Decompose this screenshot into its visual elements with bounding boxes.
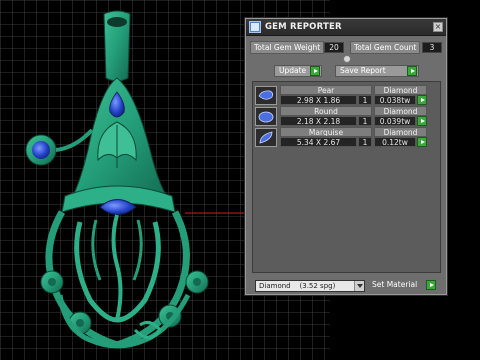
total-gem-weight-value: 20	[324, 42, 344, 53]
update-go-icon	[310, 66, 320, 76]
gem-shape: Marquise	[280, 127, 372, 137]
gem-row-go-icon[interactable]	[417, 116, 427, 126]
spinner-knob[interactable]	[343, 55, 351, 63]
save-report-button-label: Save Report	[340, 66, 386, 75]
gem-quantity: 1	[358, 137, 372, 147]
close-button[interactable]: ×	[433, 22, 443, 32]
gem-row[interactable]: Pear Diamond 2.98 X 1.86 1 0.038tw	[255, 85, 427, 106]
pear-gem-icon	[255, 86, 277, 105]
gem-size: 2.18 X 2.18	[280, 116, 357, 126]
gem-material: Diamond	[374, 106, 427, 116]
gem-row[interactable]: Round Diamond 2.18 X 2.18 1 0.039tw	[255, 106, 427, 127]
gem-row-go-icon[interactable]	[417, 137, 427, 147]
save-report-go-icon	[407, 66, 417, 76]
gem-shape: Round	[280, 106, 372, 116]
update-button-label: Update	[279, 66, 307, 75]
set-material-go-icon	[426, 280, 436, 290]
gem-row-go-icon[interactable]	[417, 95, 427, 105]
gem-weight: 0.038tw	[374, 95, 416, 105]
total-gem-count-label: Total Gem Count	[350, 41, 421, 54]
material-dropdown-value: Diamond (3.52 spg)	[259, 282, 336, 290]
set-material-button-label: Set Material	[372, 280, 418, 289]
marquise-gem-icon	[255, 128, 277, 147]
gem-reporter-app-icon	[249, 21, 261, 33]
gem-weight: 0.12tw	[374, 137, 416, 147]
close-icon: ×	[434, 22, 442, 31]
gem-list[interactable]: Pear Diamond 2.98 X 1.86 1 0.038tw Round…	[252, 81, 441, 273]
gem-material: Diamond	[374, 127, 427, 137]
set-material-button[interactable]: Set Material	[368, 280, 436, 292]
chevron-down-icon[interactable]	[354, 281, 364, 291]
round-gem-icon	[255, 107, 277, 126]
gem-quantity: 1	[358, 116, 372, 126]
gem-weight: 0.039tw	[374, 116, 416, 126]
total-gem-weight-label: Total Gem Weight	[250, 41, 325, 54]
material-dropdown[interactable]: Diamond (3.52 spg)	[255, 280, 365, 292]
gem-shape: Pear	[280, 85, 372, 95]
gem-size: 2.98 X 1.86	[280, 95, 357, 105]
panel-titlebar[interactable]: GEM REPORTER ×	[246, 19, 446, 36]
round-gem	[32, 141, 50, 159]
total-gem-count-value: 3	[422, 42, 442, 53]
gem-size: 5.34 X 2.67	[280, 137, 357, 147]
gem-quantity: 1	[358, 95, 372, 105]
gem-row[interactable]: Marquise Diamond 5.34 X 2.67 1 0.12tw	[255, 127, 427, 148]
gem-material: Diamond	[374, 85, 427, 95]
gem-reporter-panel: GEM REPORTER × Total Gem Weight 20 Total…	[245, 18, 447, 295]
save-report-button[interactable]: Save Report	[335, 65, 419, 77]
update-button[interactable]: Update	[274, 65, 322, 77]
cad-window: GEM REPORTER × Total Gem Weight 20 Total…	[0, 0, 480, 360]
panel-title: GEM REPORTER	[265, 22, 342, 32]
